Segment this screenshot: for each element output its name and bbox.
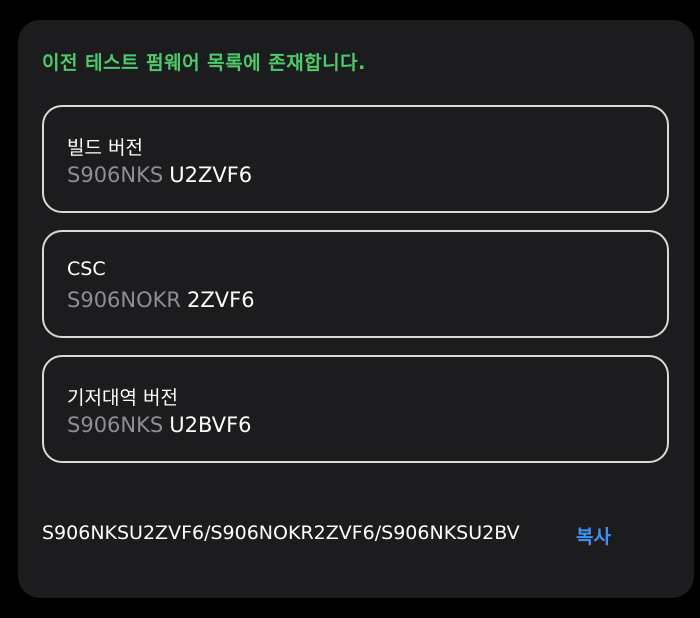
build-version-prefix: S906NKS <box>67 163 164 187</box>
build-version-card: 빌드 버전 S906NKS U2ZVF6 <box>42 105 669 213</box>
build-version-suffix: U2ZVF6 <box>169 163 253 187</box>
baseband-version-value: S906NKS U2BVF6 <box>67 413 252 437</box>
build-version-value: S906NKS U2ZVF6 <box>67 163 252 187</box>
csc-prefix: S906NOKR <box>67 288 182 312</box>
baseband-version-suffix: U2BVF6 <box>169 413 252 437</box>
baseband-version-prefix: S906NKS <box>67 413 164 437</box>
csc-label: CSC <box>67 258 106 280</box>
build-version-label: 빌드 버전 <box>67 137 143 159</box>
csc-card: CSC S906NOKR 2ZVF6 <box>42 230 669 338</box>
combined-version-text: S906NKSU2ZVF6/S906NOKR2ZVF6/S906NKSU2BVF… <box>42 522 520 544</box>
csc-value: S906NOKR 2ZVF6 <box>67 288 255 312</box>
csc-suffix: 2ZVF6 <box>187 288 255 312</box>
firmware-info-panel: 이전 테스트 펌웨어 목록에 존재합니다. 빌드 버전 S906NKS U2ZVF… <box>18 20 694 598</box>
copy-button[interactable]: 복사 <box>576 522 611 549</box>
status-message: 이전 테스트 펌웨어 목록에 존재합니다. <box>42 52 366 74</box>
baseband-version-label: 기저대역 버전 <box>67 387 178 409</box>
baseband-version-card: 기저대역 버전 S906NKS U2BVF6 <box>42 355 669 463</box>
